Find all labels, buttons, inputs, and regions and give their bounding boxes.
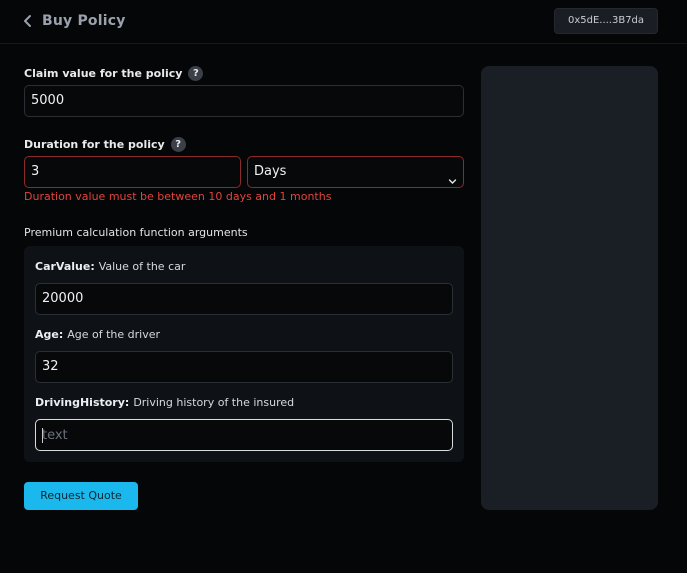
carvalue-label: CarValue: Value of the car	[35, 260, 185, 273]
drivinghistory-input[interactable]	[35, 419, 453, 451]
claim-value-input[interactable]: 5000	[24, 85, 464, 117]
drivinghistory-desc: Driving history of the insured	[133, 396, 295, 409]
claim-value-label-text: Claim value for the policy	[24, 67, 183, 80]
duration-value-text: 3	[31, 164, 40, 179]
carvalue-value: 20000	[42, 291, 84, 306]
duration-input[interactable]: 3	[24, 156, 241, 188]
age-desc: Age of the driver	[67, 328, 161, 341]
claim-value-text: 5000	[31, 93, 65, 108]
top-bar: Buy Policy 0x5dE....3B7da	[0, 0, 687, 44]
back-button[interactable]: Buy Policy	[22, 10, 126, 32]
duration-label: Duration for the policy ?	[24, 137, 186, 152]
duration-unit-text: Days	[254, 164, 287, 179]
carvalue-name: CarValue:	[35, 260, 95, 273]
duration-label-text: Duration for the policy	[24, 138, 165, 151]
request-quote-button[interactable]: Request Quote	[24, 482, 138, 510]
drivinghistory-name: DrivingHistory:	[35, 396, 130, 409]
carvalue-input[interactable]: 20000	[35, 283, 453, 315]
carvalue-desc: Value of the car	[98, 260, 186, 273]
wallet-address-button[interactable]: 0x5dE....3B7da	[554, 8, 658, 34]
age-name: Age:	[35, 328, 64, 341]
duration-error-message: Duration value must be between 10 days a…	[24, 190, 332, 203]
quote-side-panel	[481, 66, 658, 510]
text-cursor	[42, 428, 43, 443]
premium-args-title: Premium calculation function arguments	[24, 226, 248, 239]
age-label: Age: Age of the driver	[35, 328, 160, 341]
age-value: 32	[42, 359, 59, 374]
chevron-left-icon	[22, 14, 34, 28]
page-title: Buy Policy	[42, 13, 126, 29]
drivinghistory-text-input[interactable]	[42, 420, 452, 450]
chevron-down-icon	[448, 168, 457, 198]
help-icon[interactable]: ?	[170, 137, 186, 152]
help-icon[interactable]: ?	[188, 66, 204, 81]
duration-unit-select[interactable]: Days	[247, 156, 464, 188]
age-input[interactable]: 32	[35, 351, 453, 383]
claim-value-label: Claim value for the policy ?	[24, 66, 204, 81]
drivinghistory-label: DrivingHistory: Driving history of the in…	[35, 396, 294, 409]
